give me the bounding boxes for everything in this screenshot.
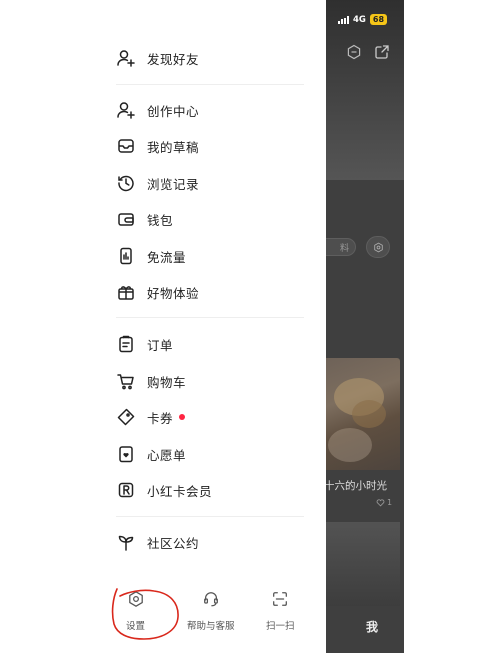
scan-label: 扫一扫 — [266, 621, 295, 632]
share-icon[interactable] — [374, 44, 390, 60]
chip-label: 料 — [339, 243, 349, 254]
wallet-icon — [116, 209, 136, 229]
tab-me[interactable]: 我 — [366, 618, 378, 635]
menu-item-label: 小红卡会员 — [147, 483, 213, 499]
menu-item-product-trial[interactable]: 好物体验 — [116, 279, 199, 305]
menu-item-label: 好物体验 — [147, 285, 200, 301]
history-icon — [116, 173, 136, 193]
drafts-icon — [116, 136, 136, 156]
gear-icon — [128, 591, 143, 607]
menu-item-creator-center[interactable]: 创作中心 — [116, 97, 199, 123]
menu-item-orders[interactable]: 订单 — [116, 331, 173, 357]
note-card-title: 十六的小时光 — [326, 480, 387, 492]
page-background — [404, 0, 500, 653]
free-data-icon — [116, 246, 136, 266]
network-label: 4G — [353, 14, 366, 25]
menu-item-label: 社区公约 — [147, 535, 200, 551]
scan-icon — [273, 592, 288, 606]
order-icon — [116, 334, 136, 354]
menu-item-label: 创作中心 — [147, 103, 200, 119]
menu-item-wishlist[interactable]: 心愿单 — [116, 441, 186, 467]
help-support-button[interactable]: 帮助与客服 — [187, 590, 235, 632]
heart-icon — [376, 499, 385, 507]
divider — [116, 516, 304, 517]
profile-header-background — [326, 0, 404, 180]
settings-button[interactable]: 设置 — [126, 590, 145, 632]
scan-button[interactable]: 扫一扫 — [266, 590, 295, 632]
profile-settings-chip[interactable] — [366, 236, 390, 258]
menu-item-label: 我的草稿 — [147, 139, 200, 155]
side-drawer: 发现好友 创作中心 我的草稿 浏览记录 钱包 免流量 好物体验 订单 购物车 卡… — [0, 0, 326, 653]
headset-icon — [203, 592, 218, 607]
gear-icon — [373, 242, 383, 252]
menu-item-label: 订单 — [147, 337, 174, 353]
menu-item-coupons[interactable]: 卡券 — [116, 404, 186, 430]
sprout-icon — [116, 532, 136, 552]
divider — [116, 317, 304, 318]
add-friend-icon — [116, 48, 136, 68]
menu-item-label: 免流量 — [147, 249, 187, 265]
menu-item-find-friends[interactable]: 发现好友 — [116, 45, 199, 71]
signal-icon — [338, 15, 349, 24]
menu-item-label: 卡券 — [147, 410, 174, 426]
notification-dot — [179, 414, 186, 420]
menu-item-label: 钱包 — [147, 212, 174, 228]
coupon-icon — [116, 407, 136, 427]
gift-icon — [116, 282, 136, 302]
note-card-image[interactable] — [326, 358, 400, 470]
membership-icon — [116, 480, 136, 500]
menu-item-label: 购物车 — [147, 374, 187, 390]
help-support-label: 帮助与客服 — [187, 621, 235, 632]
menu-item-drafts[interactable]: 我的草稿 — [116, 133, 199, 159]
battery-indicator: 68 — [369, 14, 388, 25]
hexagon-icon[interactable] — [346, 44, 362, 60]
settings-label: 设置 — [126, 621, 146, 632]
menu-item-wallet[interactable]: 钱包 — [116, 206, 173, 232]
note-card-image-2[interactable] — [326, 522, 400, 606]
creator-icon — [116, 100, 136, 120]
background-app-overlay[interactable]: 4G 68 料 十六的小时光 1 我 — [326, 0, 404, 653]
edit-profile-chip[interactable]: 料 — [326, 238, 356, 256]
menu-item-membership[interactable]: 小红卡会员 — [116, 477, 212, 503]
menu-item-label: 发现好友 — [147, 51, 200, 67]
image-detail — [352, 400, 386, 428]
annotation-circle — [111, 588, 179, 640]
menu-item-label: 浏览记录 — [147, 176, 200, 192]
cart-icon — [116, 371, 136, 391]
like-count: 1 — [387, 498, 393, 507]
menu-item-community-guidelines[interactable]: 社区公约 — [116, 529, 199, 555]
divider — [116, 84, 304, 85]
image-detail — [328, 428, 372, 462]
note-card-likes: 1 — [376, 498, 392, 507]
menu-item-history[interactable]: 浏览记录 — [116, 170, 199, 196]
status-bar: 4G 68 — [338, 14, 388, 25]
wishlist-icon — [116, 444, 136, 464]
menu-item-free-data[interactable]: 免流量 — [116, 243, 186, 269]
menu-item-cart[interactable]: 购物车 — [116, 368, 186, 394]
menu-item-label: 心愿单 — [147, 447, 187, 463]
